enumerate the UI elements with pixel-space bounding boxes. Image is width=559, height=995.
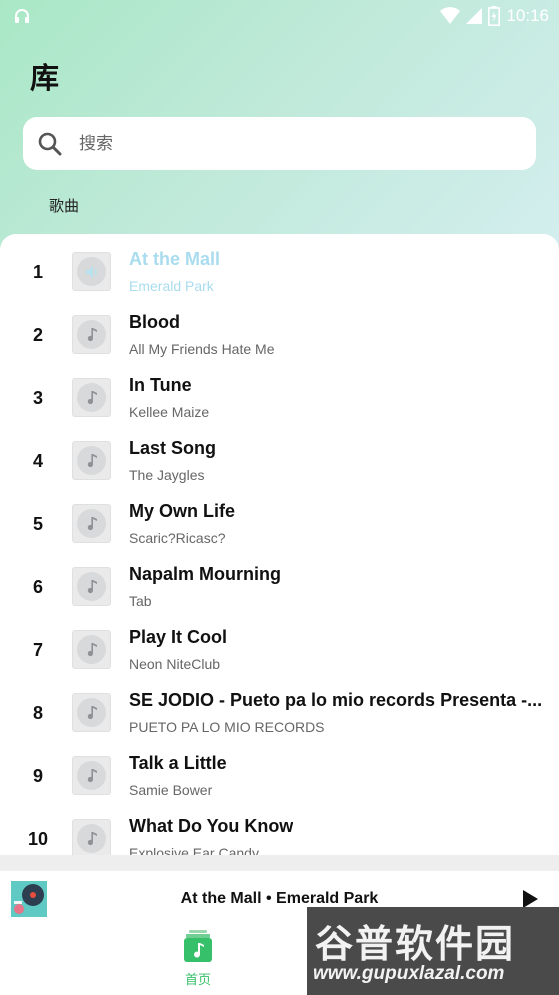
song-artist: Emerald Park (129, 278, 214, 294)
song-row[interactable]: 8 SE JODIO - Pueto pa lo mio records Pres… (0, 685, 559, 748)
disc-placeholder (77, 698, 106, 727)
track-number: 8 (32, 703, 43, 723)
song-row[interactable]: 4 Last Song The Jaygles (0, 433, 559, 496)
signal-icon (466, 8, 483, 24)
song-artist: Explosive Ear Candy (129, 845, 259, 855)
song-artist: The Jaygles (129, 467, 205, 483)
watermark: 谷普软件园 www.gupuxlazal.com (307, 907, 559, 995)
divider (0, 855, 559, 871)
song-artist: Tab (129, 593, 152, 609)
track-number: 2 (32, 325, 43, 345)
battery-icon (488, 6, 501, 26)
song-title: SE JODIO - Pueto pa lo mio records Prese… (129, 690, 543, 710)
song-row[interactable]: 9 Talk a Little Samie Bower (0, 748, 559, 811)
disc-placeholder (77, 257, 106, 286)
music-note-icon (87, 453, 97, 467)
song-artwork (72, 315, 111, 354)
track-number: 1 (32, 262, 43, 282)
track-number: 7 (32, 640, 43, 660)
track-number: 6 (32, 577, 43, 597)
song-row[interactable]: 7 Play It Cool Neon NiteClub (0, 622, 559, 685)
track-number: 5 (32, 514, 43, 534)
disc-placeholder (77, 383, 106, 412)
search-bar[interactable] (23, 117, 536, 170)
music-note-icon (87, 642, 97, 656)
song-artist: PUETO PA LO MIO RECORDS (129, 719, 325, 735)
song-artwork (72, 819, 111, 855)
music-note-icon (87, 327, 97, 341)
song-title: At the Mall (129, 249, 221, 269)
disc-placeholder (77, 761, 106, 790)
wifi-icon (440, 7, 461, 24)
song-title: In Tune (129, 375, 192, 395)
song-artist: Neon NiteClub (129, 656, 221, 672)
disc-placeholder (77, 320, 106, 349)
status-time: 10:16 (506, 6, 549, 25)
disc-placeholder (77, 824, 106, 853)
song-artist: All My Friends Hate Me (129, 341, 275, 357)
song-title: Blood (129, 312, 180, 332)
song-artwork (72, 252, 111, 291)
status-icons: 10:16 (440, 4, 549, 28)
search-icon (38, 132, 62, 155)
song-title: Last Song (129, 438, 217, 458)
disc-placeholder (77, 572, 106, 601)
track-number: 9 (32, 766, 43, 786)
song-artwork (72, 441, 111, 480)
speaker-icon (85, 265, 97, 278)
track-number: 4 (32, 451, 43, 471)
song-artwork (72, 504, 111, 543)
play-icon[interactable] (521, 889, 539, 909)
song-title: My Own Life (129, 501, 236, 521)
music-note-icon (87, 768, 97, 782)
music-note-icon (87, 390, 97, 404)
page-title: 库 (30, 61, 60, 95)
track-number: 3 (32, 388, 43, 408)
nav-home[interactable]: 首页 (170, 930, 226, 988)
disc-placeholder (77, 509, 106, 538)
disc-placeholder (77, 635, 106, 664)
status-bar: 10:16 (0, 0, 559, 32)
song-artist: Scaric?Ricasc? (129, 530, 226, 546)
song-row[interactable]: 6 Napalm Mourning Tab (0, 559, 559, 622)
song-list: 1 At the Mall Emerald Park 2 Blood All My Fri… (0, 234, 559, 855)
song-artwork (72, 378, 111, 417)
watermark-url: www.gupuxlazal.com (313, 963, 505, 984)
search-input[interactable] (77, 132, 481, 155)
song-title: Talk a Little (129, 753, 227, 773)
song-row[interactable]: 5 My Own Life Scaric?Ricasc? (0, 496, 559, 559)
music-app-icon (184, 930, 212, 962)
song-artwork (72, 630, 111, 669)
song-row[interactable]: 1 At the Mall Emerald Park (0, 244, 559, 307)
now-playing-text[interactable]: At the Mall • Emerald Park (0, 890, 559, 908)
disc-placeholder (77, 446, 106, 475)
music-note-icon (87, 579, 97, 593)
headphones-icon (15, 9, 29, 23)
song-artwork (72, 693, 111, 732)
song-artist: Kellee Maize (129, 404, 210, 420)
tab-songs[interactable]: 歌曲 (49, 195, 79, 216)
song-title: Play It Cool (129, 627, 228, 647)
nav-home-label: 首页 (184, 973, 211, 988)
track-number: 10 (27, 829, 49, 849)
music-note-icon (87, 831, 97, 845)
song-row[interactable]: 2 Blood All My Friends Hate Me (0, 307, 559, 370)
song-artwork (72, 756, 111, 795)
watermark-text: 谷普软件园 (315, 922, 516, 966)
song-title: What Do You Know (129, 816, 294, 836)
song-row[interactable]: 3 In Tune Kellee Maize (0, 370, 559, 433)
song-artist: Samie Bower (129, 782, 213, 798)
music-note-icon (87, 705, 97, 719)
music-note-icon (87, 516, 97, 530)
song-row[interactable]: 10 What Do You Know Explosive Ear Candy (0, 811, 559, 855)
song-title: Napalm Mourning (129, 564, 281, 584)
song-artwork (72, 567, 111, 606)
